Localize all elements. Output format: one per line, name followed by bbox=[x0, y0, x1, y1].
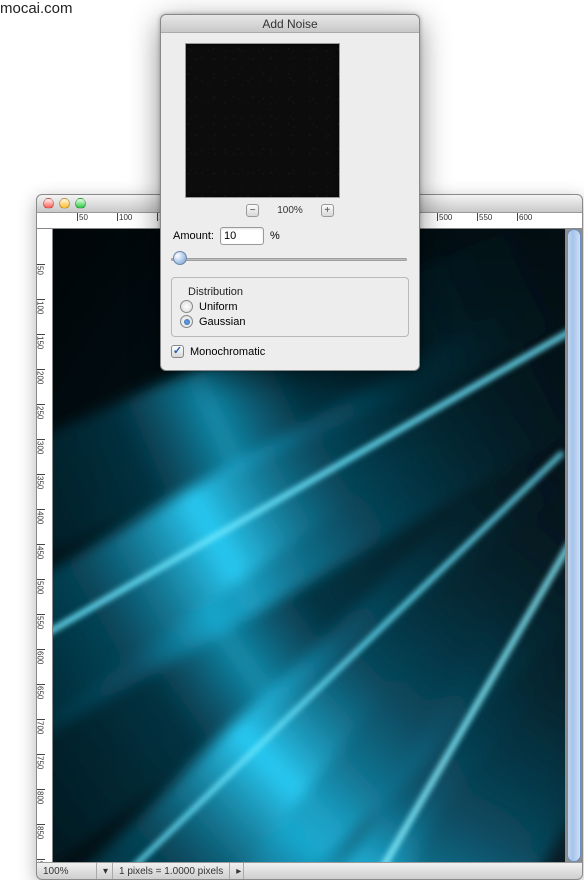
ruler-tick: 400 bbox=[37, 509, 45, 524]
distribution-group: Distribution Uniform Gaussian bbox=[171, 277, 409, 337]
ruler-tick: 100 bbox=[117, 213, 132, 221]
ruler-tick: 550 bbox=[37, 614, 45, 629]
amount-unit: % bbox=[270, 230, 280, 242]
ruler-tick: 550 bbox=[477, 213, 492, 221]
ruler-tick: 650 bbox=[37, 684, 45, 699]
ruler-tick: 500 bbox=[437, 213, 452, 221]
gaussian-option[interactable]: Gaussian bbox=[180, 315, 400, 328]
ruler-tick: 250 bbox=[37, 404, 45, 419]
zoom-out-button[interactable]: − bbox=[246, 204, 259, 217]
dialog-title[interactable]: Add Noise bbox=[161, 15, 419, 33]
gaussian-radio[interactable] bbox=[180, 315, 193, 328]
ruler-tick: 50 bbox=[77, 213, 88, 221]
ruler-tick: 50 bbox=[37, 264, 45, 275]
ruler-tick: 600 bbox=[37, 649, 45, 664]
amount-label: Amount: bbox=[173, 230, 214, 242]
add-noise-dialog: Add Noise − 100% + Amount: % Distributio… bbox=[160, 14, 420, 371]
noise-preview-image bbox=[186, 44, 339, 197]
preview-thumbnail[interactable] bbox=[185, 43, 340, 198]
amount-slider[interactable] bbox=[171, 251, 409, 267]
amount-input[interactable] bbox=[220, 227, 264, 245]
vertical-ruler[interactable]: 50 100 150 200 250 300 350 400 450 500 5… bbox=[37, 229, 53, 862]
slider-track bbox=[171, 258, 407, 261]
watermark-text: mocai.com bbox=[0, 0, 73, 17]
status-zoom[interactable]: 100% bbox=[37, 863, 97, 879]
ruler-tick: 200 bbox=[37, 369, 45, 384]
ruler-tick: 800 bbox=[37, 789, 45, 804]
ruler-tick: 300 bbox=[37, 439, 45, 454]
uniform-option[interactable]: Uniform bbox=[180, 300, 400, 313]
ruler-tick: 700 bbox=[37, 719, 45, 734]
monochromatic-label: Monochromatic bbox=[190, 346, 265, 358]
ruler-tick: 100 bbox=[37, 299, 45, 314]
uniform-radio[interactable] bbox=[180, 300, 193, 313]
vertical-scrollbar[interactable] bbox=[567, 229, 581, 862]
zoom-level: 100% bbox=[277, 205, 303, 216]
status-info: 1 pixels = 1.0000 pixels bbox=[113, 863, 230, 879]
gaussian-label: Gaussian bbox=[199, 316, 245, 328]
status-flyout-icon[interactable]: ▸ bbox=[230, 863, 244, 879]
ruler-tick: 150 bbox=[37, 334, 45, 349]
zoom-in-button[interactable]: + bbox=[321, 204, 334, 217]
uniform-label: Uniform bbox=[199, 301, 238, 313]
distribution-legend: Distribution bbox=[184, 286, 247, 298]
ruler-tick: 500 bbox=[37, 579, 45, 594]
slider-thumb[interactable] bbox=[173, 251, 187, 265]
ruler-tick: 600 bbox=[517, 213, 532, 221]
ruler-tick: 450 bbox=[37, 544, 45, 559]
status-bar: 100% ▾ 1 pixels = 1.0000 pixels ▸ bbox=[37, 862, 582, 879]
ruler-tick: 750 bbox=[37, 754, 45, 769]
status-menu-icon[interactable]: ▾ bbox=[97, 863, 113, 879]
ruler-tick: 850 bbox=[37, 824, 45, 839]
ruler-tick: 350 bbox=[37, 474, 45, 489]
monochromatic-checkbox[interactable] bbox=[171, 345, 184, 358]
monochromatic-option[interactable]: Monochromatic bbox=[171, 345, 409, 358]
